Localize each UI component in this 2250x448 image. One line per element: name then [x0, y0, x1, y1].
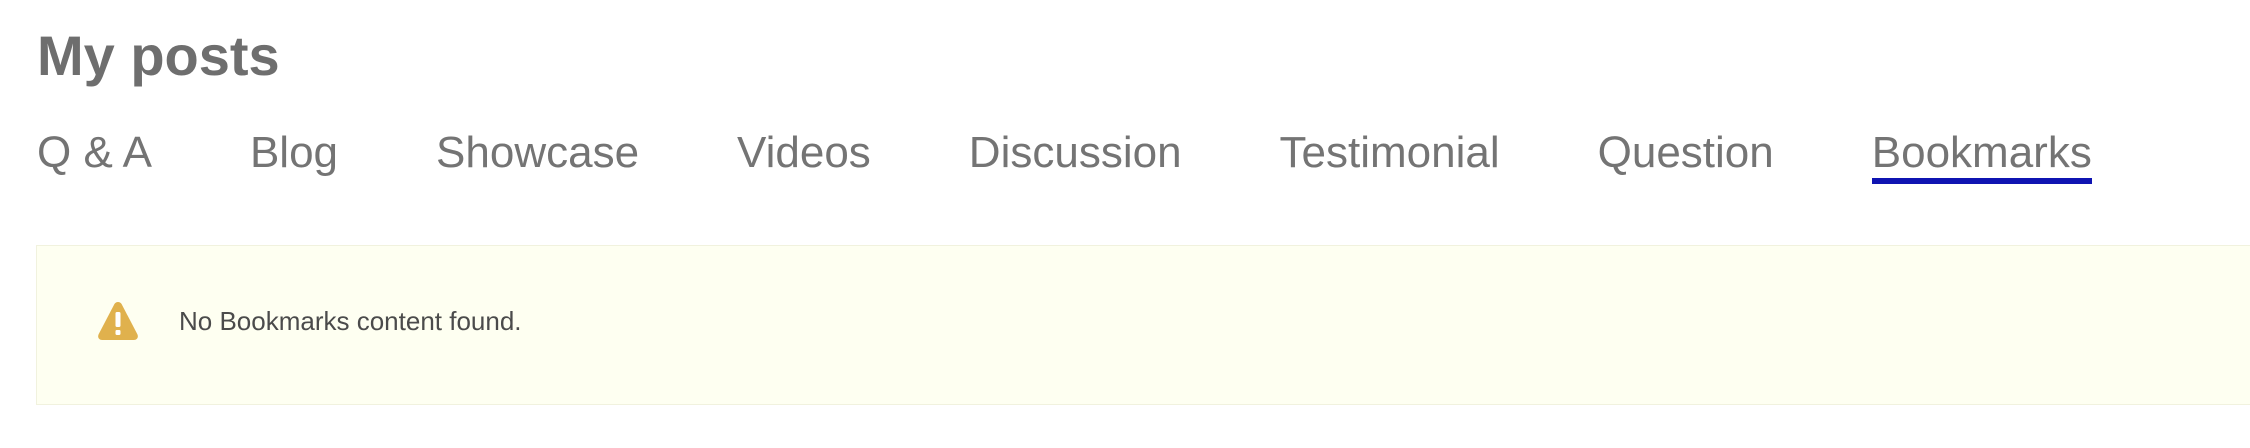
tab-testimonial[interactable]: Testimonial	[1280, 124, 1500, 188]
tab-showcase[interactable]: Showcase	[436, 124, 639, 188]
tab-discussion[interactable]: Discussion	[969, 124, 1182, 188]
tab-blog[interactable]: Blog	[250, 124, 338, 188]
empty-state-message: No Bookmarks content found.	[179, 306, 522, 336]
warning-triangle-icon	[98, 302, 138, 340]
tab-q-and-a[interactable]: Q & A	[37, 124, 152, 188]
my-posts-page: My posts Q & A Blog Showcase Videos Disc…	[0, 0, 2250, 448]
post-type-tabs: Q & A Blog Showcase Videos Discussion Te…	[37, 124, 2092, 188]
page-title: My posts	[37, 24, 280, 87]
tab-videos[interactable]: Videos	[737, 124, 871, 188]
empty-state-alert: No Bookmarks content found.	[36, 245, 2250, 405]
tab-bookmarks[interactable]: Bookmarks	[1871, 124, 2092, 188]
tab-question[interactable]: Question	[1598, 124, 1774, 188]
